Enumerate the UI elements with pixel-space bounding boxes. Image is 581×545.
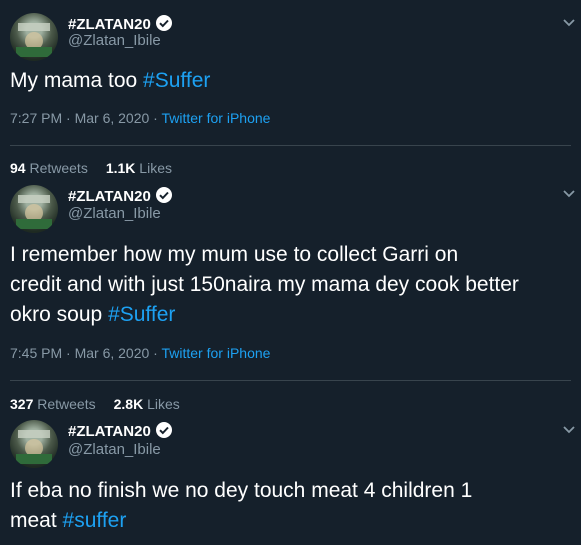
chevron-down-icon[interactable]: [562, 422, 576, 436]
hashtag-link[interactable]: #Suffer: [143, 69, 210, 92]
likes-count[interactable]: 1.1K Likes: [106, 160, 172, 176]
display-name[interactable]: #ZLATAN20: [68, 421, 173, 443]
tweet-text: My mama too #Suffer: [10, 69, 211, 92]
tweet-source-link[interactable]: Twitter for iPhone: [161, 345, 270, 361]
avatar[interactable]: [10, 420, 58, 468]
timestamp-link[interactable]: 7:27 PM · Mar 6, 2020 ·: [10, 110, 161, 126]
divider: [10, 380, 571, 381]
user-handle[interactable]: @Zlatan_Ibile: [68, 205, 161, 222]
tweet-text-line: okro soup #Suffer: [10, 303, 176, 326]
tweet-stats: 94 Retweets 1.1K Likes: [10, 160, 172, 176]
chevron-down-icon[interactable]: [562, 186, 576, 200]
divider: [10, 145, 571, 146]
tweet-text: If eba no finish we no dey touch meat 4 …: [10, 476, 572, 536]
tweet-text-line: meat #suffer: [10, 509, 127, 532]
avatar[interactable]: [10, 13, 58, 61]
tweet-text-line: credit and with just 150naira my mama de…: [10, 273, 519, 296]
tweet-text-line: I remember how my mum use to collect Gar…: [10, 243, 459, 266]
tweet-text: I remember how my mum use to collect Gar…: [10, 240, 572, 330]
tweet-text-line: If eba no finish we no dey touch meat 4 …: [10, 479, 473, 502]
timestamp-link[interactable]: 7:45 PM · Mar 6, 2020 ·: [10, 345, 161, 361]
retweets-count[interactable]: 94 Retweets: [10, 160, 88, 176]
user-handle[interactable]: @Zlatan_Ibile: [68, 32, 161, 49]
retweets-count[interactable]: 327 Retweets: [10, 396, 96, 412]
tweet-timestamp: 7:27 PM · Mar 6, 2020 · Twitter for iPho…: [10, 110, 270, 126]
verified-badge-icon: [155, 421, 173, 443]
avatar[interactable]: [10, 185, 58, 233]
hashtag-link[interactable]: #Suffer: [108, 303, 175, 326]
tweet-source-link[interactable]: Twitter for iPhone: [161, 110, 270, 126]
tweet-stats: 327 Retweets 2.8K Likes: [10, 396, 180, 412]
hashtag-link[interactable]: #suffer: [63, 509, 127, 532]
user-handle[interactable]: @Zlatan_Ibile: [68, 441, 161, 458]
chevron-down-icon[interactable]: [562, 15, 576, 29]
tweet-timestamp: 7:45 PM · Mar 6, 2020 · Twitter for iPho…: [10, 345, 270, 361]
likes-count[interactable]: 2.8K Likes: [114, 396, 180, 412]
